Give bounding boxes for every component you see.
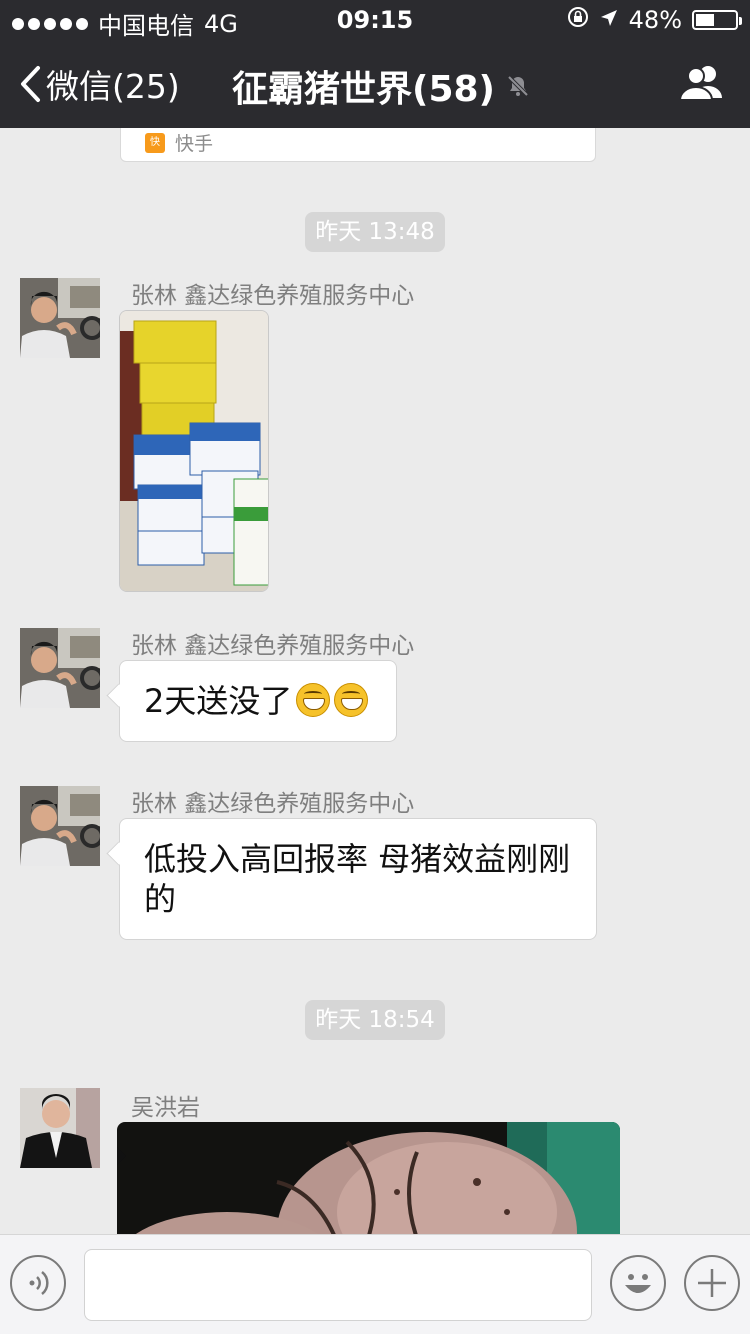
more-options-button[interactable] <box>684 1255 740 1311</box>
message-text: 2天送没了 <box>144 682 293 720</box>
image-message[interactable] <box>117 1122 620 1234</box>
message-input[interactable] <box>84 1249 592 1321</box>
muted-bell-icon <box>507 75 529 97</box>
avatar[interactable] <box>20 278 100 358</box>
timestamp-divider: 昨天 18:54 <box>305 1000 445 1040</box>
back-button[interactable]: 微信(25) <box>18 60 180 108</box>
navigation-bar: 微信(25) 征霸猪世界(58) <box>0 40 750 128</box>
message-list[interactable]: 快 快手 昨天 13:48 张林 鑫达绿色养殖服务中心 张林 鑫达绿色养殖服务中… <box>0 128 750 1234</box>
emoji-button[interactable] <box>610 1255 666 1311</box>
shared-link-source: 快手 <box>175 133 214 155</box>
image-message[interactable] <box>119 310 269 592</box>
rotation-lock-icon <box>567 6 589 34</box>
grin-emoji-icon <box>334 683 369 717</box>
kuaishou-logo-icon: 快 <box>145 132 165 153</box>
avatar[interactable] <box>20 786 100 866</box>
smiley-icon <box>625 1274 651 1293</box>
text-message-bubble[interactable]: 低投入高回报率 母猪效益刚刚的 <box>119 818 597 940</box>
status-bar: 中国电信 4G 09:15 48% <box>0 0 750 40</box>
message-text: 低投入高回报率 母猪效益刚刚的 <box>144 840 571 918</box>
chat-title: 征霸猪世界(58) <box>232 60 531 112</box>
text-message-bubble[interactable]: 2天送没了 <box>119 660 397 742</box>
location-arrow-icon <box>599 6 619 34</box>
timestamp-divider: 昨天 13:48 <box>305 212 445 252</box>
chat-title-text: 征霸猪世界(58) <box>232 69 496 110</box>
voice-wave-icon <box>29 1271 49 1295</box>
shared-link-card[interactable]: 快 快手 <box>120 128 596 162</box>
avatar[interactable] <box>20 1088 100 1168</box>
message-input-bar <box>0 1234 750 1334</box>
sender-name: 吴洪岩 <box>131 1095 200 1121</box>
back-button-label: 微信(25) <box>46 67 180 106</box>
sender-name: 张林 鑫达绿色养殖服务中心 <box>131 791 415 817</box>
battery-percent: 48% <box>628 6 682 34</box>
chevron-left-icon <box>21 66 40 102</box>
grin-emoji-icon <box>296 683 331 717</box>
group-people-icon <box>678 66 722 101</box>
plus-icon <box>698 1269 726 1297</box>
voice-input-button[interactable] <box>10 1255 66 1311</box>
sender-name: 张林 鑫达绿色养殖服务中心 <box>131 283 415 309</box>
group-info-button[interactable] <box>678 62 726 106</box>
sender-name: 张林 鑫达绿色养殖服务中心 <box>131 633 415 659</box>
battery-icon <box>692 10 742 30</box>
avatar[interactable] <box>20 628 100 708</box>
